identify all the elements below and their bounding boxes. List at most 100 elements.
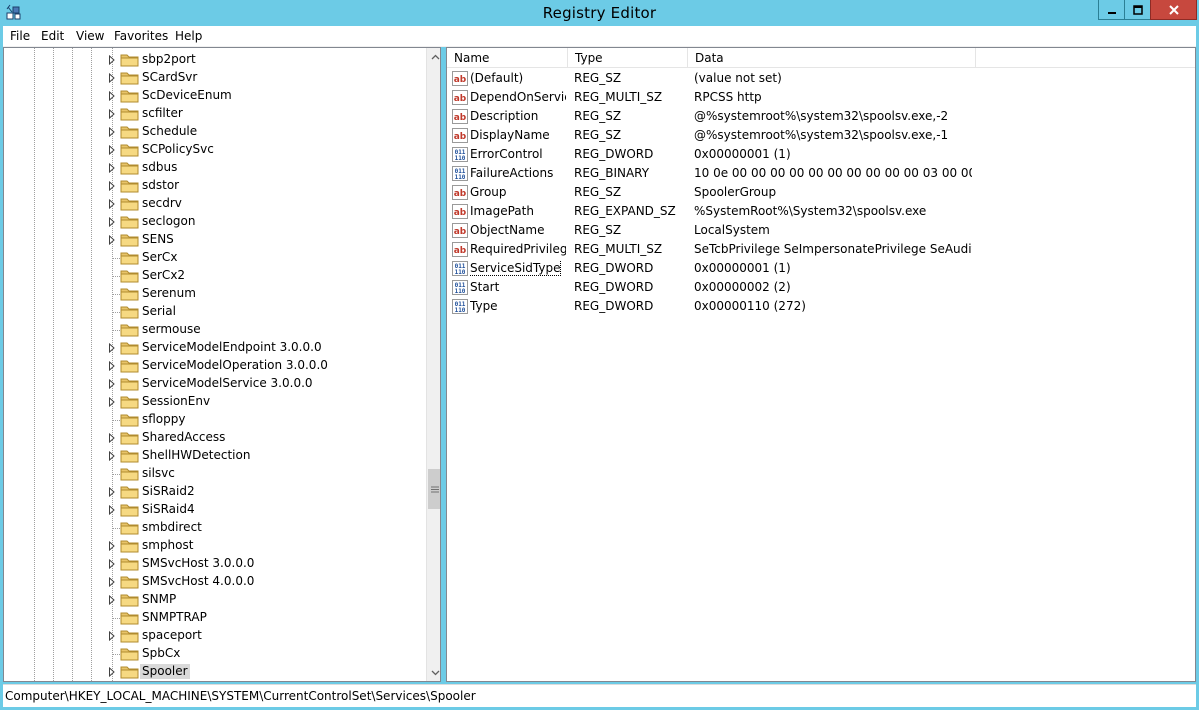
tree-item-label: SerCx [142,250,178,264]
tree-item[interactable]: SerCx2 [4,267,424,285]
tree-item[interactable]: SENS [4,231,424,249]
tree-item[interactable]: SMSvcHost 4.0.0.0 [4,573,424,591]
value-row[interactable]: ab DisplayName REG_SZ @%systemroot%\system3… [447,126,1195,145]
tree-item[interactable]: spaceport [4,627,424,645]
column-header-data[interactable]: Data [688,48,976,68]
menu-edit[interactable]: Edit [40,29,65,43]
value-row[interactable]: abRequiredPrivileg... REG_MULTI_SZ SeTcbPr… [447,240,1195,259]
tree-scrollbar[interactable] [426,48,440,681]
value-row[interactable]: ab ImagePath REG_EXPAND_SZ %SystemRoot%\Sys… [447,202,1195,221]
tree-item[interactable]: SMSvcHost 3.0.0.0 [4,555,424,573]
key-tree-pane[interactable]: sbp2port SCardSvr ScDeviceEnum scfilter Sche… [3,47,441,682]
expand-arrow-icon[interactable] [107,91,117,101]
tree-item[interactable]: ShellHWDetection [4,447,424,465]
expand-arrow-icon[interactable] [107,181,117,191]
value-row[interactable]: ab Description REG_SZ @%systemroot%\system3… [447,107,1195,126]
expand-arrow-icon[interactable] [107,667,117,677]
value-name: ServiceSidType [470,261,566,276]
value-row[interactable]: ab (Default) REG_SZ (value not set) [447,69,1195,88]
value-data: LocalSystem [694,223,770,237]
tree-item[interactable]: ServiceModelService 3.0.0.0 [4,375,424,393]
tree-item[interactable]: SerCx [4,249,424,267]
tree-item[interactable]: scfilter [4,105,424,123]
expand-arrow-icon[interactable] [107,631,117,641]
tree-item[interactable]: SiSRaid2 [4,483,424,501]
maximize-button[interactable] [1124,0,1151,20]
value-row[interactable]: 011 110 ErrorControl REG_DWORD 0x00000001 (1… [447,145,1195,164]
tree-item[interactable]: sdbus [4,159,424,177]
tree-item[interactable]: ServiceModelEndpoint 3.0.0.0 [4,339,424,357]
tree-item[interactable]: sdstor [4,177,424,195]
tree-item[interactable]: SNMPTRAP [4,609,424,627]
values-list-pane[interactable]: Name Type Data ab (Default) REG_SZ (value n… [446,47,1196,682]
expand-arrow-icon[interactable] [107,361,117,371]
scroll-down-button[interactable] [427,664,440,681]
value-data: %SystemRoot%\System32\spoolsv.exe [694,204,927,218]
tree-item[interactable]: SCPolicySvc [4,141,424,159]
value-row[interactable]: 011 110 Start REG_DWORD 0x00000002 (2) [447,278,1195,297]
tree-item[interactable]: Spooler [4,663,424,681]
expand-arrow-icon[interactable] [107,433,117,443]
expand-arrow-icon[interactable] [107,235,117,245]
tree-item[interactable]: smphost [4,537,424,555]
value-row[interactable]: ab Group REG_SZ SpoolerGroup [447,183,1195,202]
value-row[interactable]: ab ObjectName REG_SZ LocalSystem [447,221,1195,240]
tree-item[interactable]: ServiceModelOperation 3.0.0.0 [4,357,424,375]
expand-arrow-icon[interactable] [107,451,117,461]
value-data: RPCSS http [694,90,762,104]
expand-arrow-icon[interactable] [107,379,117,389]
menu-view[interactable]: View [75,29,105,43]
expand-arrow-icon[interactable] [107,109,117,119]
tree-item[interactable]: Serial [4,303,424,321]
menu-help[interactable]: Help [174,29,203,43]
expand-arrow-icon[interactable] [107,577,117,587]
tree-item[interactable]: silsvc [4,465,424,483]
tree-item-label: smphost [142,538,194,552]
value-type: REG_SZ [574,223,622,237]
tree-item[interactable]: SpbCx [4,645,424,663]
expand-arrow-icon[interactable] [107,163,117,173]
expand-arrow-icon[interactable] [107,559,117,569]
scroll-up-button[interactable] [427,48,440,65]
tree-item[interactable]: secdrv [4,195,424,213]
value-row[interactable]: 011 110 Type REG_DWORD 0x00000110 (272) [447,297,1195,316]
expand-arrow-icon[interactable] [107,487,117,497]
expand-arrow-icon[interactable] [107,343,117,353]
tree-item[interactable]: Schedule [4,123,424,141]
tree-item[interactable]: SCardSvr [4,69,424,87]
value-row[interactable]: 011 110 FailureActions REG_BINARY 10 0e 00 0… [447,164,1195,183]
tree-item[interactable]: sfloppy [4,411,424,429]
tree-item[interactable]: SiSRaid4 [4,501,424,519]
column-header-type[interactable]: Type [568,48,688,68]
tree-item[interactable]: sermouse [4,321,424,339]
scroll-thumb[interactable] [428,469,440,509]
tree-item[interactable]: Serenum [4,285,424,303]
tree-item[interactable]: sbp2port [4,51,424,69]
value-row[interactable]: abDependOnService REG_MULTI_SZ RPCSS http [447,88,1195,107]
title-bar[interactable]: Registry Editor [0,0,1199,25]
expand-arrow-icon[interactable] [107,541,117,551]
tree-item[interactable]: SessionEnv [4,393,424,411]
menu-favorites[interactable]: Favorites [113,29,169,43]
expand-arrow-icon[interactable] [107,145,117,155]
expand-arrow-icon[interactable] [107,199,117,209]
expand-arrow-icon[interactable] [107,397,117,407]
tree-item[interactable]: ScDeviceEnum [4,87,424,105]
tree-item[interactable]: SNMP [4,591,424,609]
close-button[interactable] [1150,0,1197,20]
expand-arrow-icon[interactable] [107,505,117,515]
tree-item[interactable]: smbdirect [4,519,424,537]
expand-arrow-icon[interactable] [107,55,117,65]
tree-item[interactable]: seclogon [4,213,424,231]
column-header-name[interactable]: Name [447,48,568,68]
expand-arrow-icon[interactable] [107,127,117,137]
expand-arrow-icon[interactable] [107,217,117,227]
minimize-button[interactable] [1098,0,1125,20]
expand-arrow-icon[interactable] [107,595,117,605]
folder-icon [120,666,139,679]
tree-item[interactable]: SharedAccess [4,429,424,447]
string-value-icon: ab [452,185,468,200]
expand-arrow-icon[interactable] [107,73,117,83]
menu-file[interactable]: File [9,29,31,43]
value-row[interactable]: 011 110 ServiceSidType REG_DWORD 0x00000001 … [447,259,1195,278]
